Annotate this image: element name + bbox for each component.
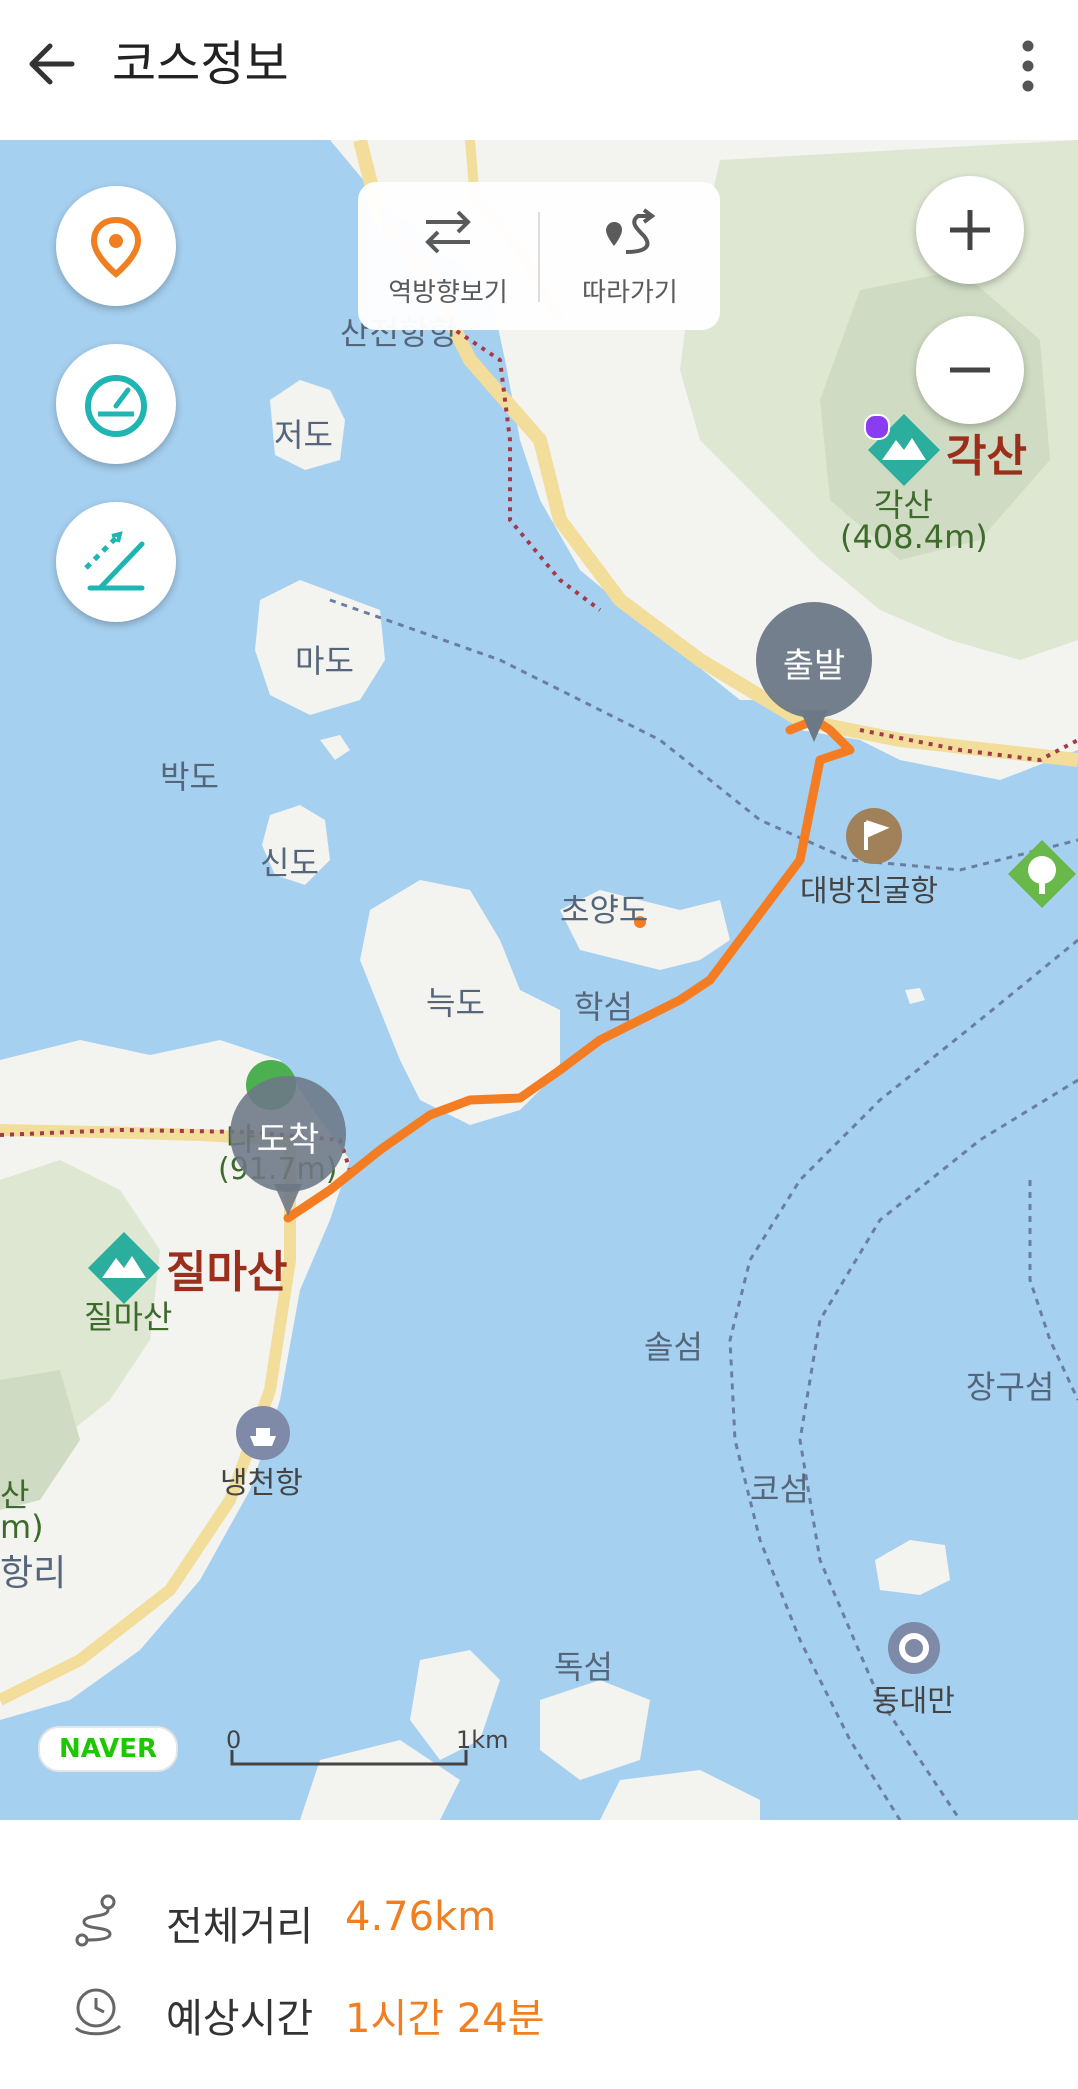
route-distance-icon	[75, 1894, 116, 1947]
speedometer-icon	[85, 375, 147, 437]
altitude-button[interactable]	[56, 502, 176, 622]
map-label-naengcheon: 냉천항	[220, 1466, 303, 1501]
time-value: 1시간 24분	[345, 1996, 545, 2042]
distance-label: 전체거리	[166, 1904, 314, 1950]
follow-route-button[interactable]: 따라가기	[540, 182, 720, 330]
app-header: 코스정보	[0, 0, 1078, 132]
map-scale-bar: 0 1km	[220, 1726, 520, 1776]
route-tool-panel: 역방향보기 따라가기	[358, 182, 720, 330]
minus-icon	[950, 367, 990, 373]
speed-button[interactable]	[56, 344, 176, 464]
start-pin[interactable]: 출발	[754, 602, 874, 752]
map-label-dongdaeman: 동대만	[872, 1684, 955, 1719]
back-arrow-icon[interactable]	[22, 34, 82, 94]
mountain-label-gaksan: 각산	[946, 431, 1027, 482]
distance-value: 4.76km	[345, 1894, 497, 1940]
location-pin-icon	[90, 216, 142, 278]
map-label-bakdo: 박도	[160, 758, 219, 796]
scale-line	[230, 1750, 468, 1766]
altitude-icon	[84, 531, 145, 591]
end-pin[interactable]: 도착	[228, 1076, 348, 1226]
swap-arrows-icon	[425, 210, 471, 254]
map-label-sindo: 신도	[260, 844, 319, 882]
mountain-label-jilmasan: 질마산	[166, 1247, 288, 1298]
time-label: 예상시간	[166, 1996, 314, 2042]
map-label-mado: 마도	[295, 642, 354, 680]
map-label-daebang: 대방진굴항	[800, 874, 938, 909]
marker-badge-icon	[864, 414, 890, 440]
course-info-panel: 전체거리 4.76km 예상시간 1시간 24분	[0, 1820, 1078, 2089]
naver-logo: NAVER	[38, 1726, 178, 1772]
mountain-elevation-gaksan: (408.4m)	[840, 518, 988, 556]
map-label-dokseom: 독섬	[554, 1648, 613, 1686]
clock-icon	[74, 1988, 122, 2036]
mountain-sublabel-jilmasan: 질마산	[84, 1298, 173, 1336]
end-pin-label: 도착	[256, 1120, 320, 1160]
page-title: 코스정보	[112, 36, 289, 92]
reverse-direction-label: 역방향보기	[388, 278, 508, 308]
map-label-jeodo: 저도	[274, 416, 333, 454]
map-label-hakseom: 학섬	[574, 988, 633, 1026]
reverse-direction-button[interactable]: 역방향보기	[358, 182, 538, 330]
start-pin-label: 출발	[782, 646, 846, 686]
zoom-in-button[interactable]	[916, 176, 1024, 284]
map-label-koseom: 코섬	[750, 1470, 809, 1508]
zoom-out-button[interactable]	[916, 316, 1024, 424]
flag-poi-icon[interactable]	[846, 808, 902, 864]
plus-icon	[950, 210, 990, 250]
follow-path-icon	[606, 208, 656, 254]
park-icon[interactable]	[1006, 838, 1078, 910]
bay-poi-icon[interactable]	[888, 1622, 940, 1674]
map-label-choyangdo: 초양도	[560, 891, 649, 929]
map-view[interactable]: 산전항항 저도 마도 박도 신도 초양도 늑도 학섬 솔섬 코섬 독섬 장구섬 …	[0, 140, 1078, 1820]
map-label-neukdo: 늑도	[426, 984, 485, 1022]
follow-route-label: 따라가기	[582, 278, 678, 308]
map-label-left-m: m)	[0, 1508, 44, 1546]
location-button[interactable]	[56, 186, 176, 306]
ferry-port-icon[interactable]	[236, 1406, 290, 1460]
more-vertical-icon[interactable]	[1016, 36, 1040, 96]
map-label-solseom: 솔섬	[644, 1328, 703, 1366]
map-label-left-ri: 항리	[0, 1553, 67, 1594]
map-label-janggu: 장구섬	[966, 1368, 1055, 1406]
